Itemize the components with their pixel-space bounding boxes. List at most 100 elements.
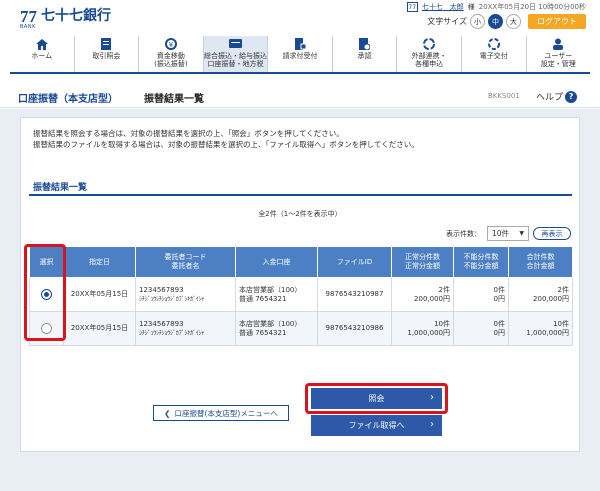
header: 77 BANK 七十七銀行 77 七十七 太郎 様 20XX年05月20日 10… xyxy=(0,0,600,36)
ok-cell: 10件 1,000,000円 xyxy=(391,311,454,346)
font-large-button[interactable]: 大 xyxy=(506,14,521,29)
nav-inquiry[interactable]: 取引照会 xyxy=(75,36,140,72)
client-name: ｼﾁｼﾞｭｳｼﾁｼｮｳｼﾞｶﾌﾞｼｷｶﾞｲｼｬ xyxy=(139,329,205,337)
ok-count: 10件 xyxy=(434,319,450,328)
font-small-button[interactable]: 小 xyxy=(470,14,485,29)
total-count: 10件 xyxy=(553,319,569,328)
redisplay-button[interactable]: 再表示 xyxy=(533,227,571,240)
nav-label: 請求付受付 xyxy=(282,52,318,60)
ng-amount: 0円 xyxy=(493,294,505,303)
ng-cell: 0件 0円 xyxy=(453,311,509,346)
file-id-cell: 9876543210986 xyxy=(317,311,392,346)
nav-user-settings[interactable]: ユーザー 設定・管理 xyxy=(527,36,591,72)
svg-text:¥: ¥ xyxy=(169,41,174,49)
client-cell: 1234567893 ｼﾁｼﾞｭｳｼﾁｼｮｳｼﾞｶﾌﾞｼｷｶﾞｲｼｬ xyxy=(135,311,236,346)
section-title: 振替結果一覧 xyxy=(33,183,88,193)
date-cell: 20XX年05月15日 xyxy=(63,311,136,346)
section-divider xyxy=(29,194,572,196)
page-size-select[interactable]: 10件 ▼ xyxy=(487,226,529,241)
account-number: 普通 7654321 xyxy=(239,328,287,337)
logo-mark: 77 xyxy=(20,7,37,26)
ng-amount: 0円 xyxy=(493,328,505,337)
highlight-select-column xyxy=(24,244,66,341)
chevron-left-icon: ❮ xyxy=(164,408,171,418)
help-icon: ? xyxy=(565,90,578,103)
table-header-row: 選択 指定日 委託者コード 委託者名 入金口座 ファイルID 正常分件数 正常分… xyxy=(29,246,573,278)
nav-external[interactable]: 外部連携・ 各種申込 xyxy=(397,36,462,72)
table-row: 20XX年05月15日 1234567893 ｼﾁｼﾞｭｳｼﾁｼｮｳｼﾞｶﾌﾞｼ… xyxy=(29,311,573,346)
chevron-right-icon: › xyxy=(430,419,434,430)
nav-bulk-transfer[interactable]: 総合振込・給与振込 口座振替・地方税 xyxy=(203,36,269,72)
file-retrieve-button[interactable]: ファイル取得へ › xyxy=(311,415,442,436)
date-cell: 20XX年05月15日 xyxy=(63,277,136,312)
account-branch: 本店営業部（100） xyxy=(239,319,302,328)
record-count: 全2件（1～2件を表示中） xyxy=(258,210,342,218)
instruction-text: 振替結果を照会する場合は、対象の振替結果を選択の上、「照会」ボタンを押してくださ… xyxy=(33,128,419,150)
screen-id: BKKS001 xyxy=(488,92,520,100)
nav-label: 資金移動 (振込振替) xyxy=(154,52,188,68)
nav-label: 総合振込・給与振込 口座振替・地方税 xyxy=(203,52,267,68)
chevron-down-icon: ▼ xyxy=(519,230,524,237)
document-icon xyxy=(101,38,112,50)
nav-home[interactable]: ホーム xyxy=(10,36,75,72)
nav-label: 電子交付 xyxy=(479,52,508,60)
ok-cell: 2件 200,000円 xyxy=(391,277,454,312)
total-amount: 1,000,000円 xyxy=(526,328,569,337)
col-header-date: 指定日 xyxy=(63,246,136,278)
user-icon: 77 xyxy=(406,2,418,12)
user-name[interactable]: 七十七 太郎 xyxy=(422,2,464,12)
total-cell: 2件 200,000円 xyxy=(508,277,573,312)
total-amount: 200,000円 xyxy=(533,294,569,303)
nav-label: ホーム xyxy=(31,52,53,60)
page-size-value: 10件 xyxy=(492,229,510,238)
client-cell: 1234567893 ｼﾁｼﾞｭｳｼﾁｼｮｳｼﾞｶﾌﾞｼｷｶﾞｲｼｬ xyxy=(135,277,236,312)
nav-label: 取引照会 xyxy=(92,52,121,60)
ok-amount: 1,000,000円 xyxy=(407,328,450,337)
logo-bank-text: BANK xyxy=(20,24,36,30)
user-info: 77 七十七 太郎 様 20XX年05月20日 10時00分00秒 xyxy=(406,2,586,12)
col-header-total: 合計件数 合計金額 xyxy=(508,246,573,278)
ok-amount: 200,000円 xyxy=(414,294,450,303)
global-nav: ホーム 取引照会 ¥ 資金移動 (振込振替) 総合振込・給与振込 口座振替・地方… xyxy=(10,36,590,74)
electronic-icon xyxy=(487,38,500,50)
col-header-account: 入金口座 xyxy=(235,246,318,278)
ok-count: 2件 xyxy=(438,285,450,294)
col-header-ok: 正常分件数 正常分金額 xyxy=(391,246,454,278)
nav-label: 承認 xyxy=(357,52,372,60)
nav-label: 外部連携・ 各種申込 xyxy=(411,52,447,68)
nav-electronic[interactable]: 電子交付 xyxy=(462,36,527,72)
file-label: ファイル取得へ xyxy=(348,421,405,430)
logout-button[interactable]: ログアウト xyxy=(528,14,586,29)
account-number: 普通 7654321 xyxy=(239,294,287,303)
table-row: 20XX年05月15日 1234567893 ｼﾁｼﾞｭｳｼﾁｼｮｳｼﾞｶﾌﾞｼ… xyxy=(29,277,573,312)
nav-label: ユーザー 設定・管理 xyxy=(540,52,576,68)
instruction-line-2: 振替結果のファイルを取得する場合は、対象の振替結果を選択の上、「ファイル取得へ」… xyxy=(33,140,419,149)
client-code: 1234567893 xyxy=(139,285,184,294)
highlight-inquiry-button xyxy=(305,383,448,414)
login-datetime: 20XX年05月20日 10時00分00秒 xyxy=(478,3,586,11)
transfer-icon: ¥ xyxy=(164,38,177,50)
bank-logo[interactable]: 77 BANK 七十七銀行 xyxy=(20,7,111,30)
col-header-client: 委託者コード 委託者名 xyxy=(135,246,236,278)
account-cell: 本店営業部（100） 普通 7654321 xyxy=(235,311,318,346)
back-to-menu-button[interactable]: ❮ 口座振替(本支店型)メニューへ xyxy=(153,405,289,421)
page-title: 振替結果一覧 xyxy=(144,94,204,105)
link-icon xyxy=(423,38,436,50)
payroll-icon xyxy=(228,38,242,50)
font-size-label: 文字サイズ xyxy=(427,17,467,26)
client-name: ｼﾁｼﾞｭｳｼﾁｼｮｳｼﾞｶﾌﾞｼｷｶﾞｲｼｬ xyxy=(139,295,205,303)
help-link[interactable]: ヘルプ ? xyxy=(536,90,578,103)
font-medium-button[interactable]: 中 xyxy=(488,14,503,29)
account-branch: 本店営業部（100） xyxy=(239,285,302,294)
nav-approval[interactable]: 承認 xyxy=(333,36,398,72)
logo-name: 七十七銀行 xyxy=(41,8,111,24)
nav-request[interactable]: 請求付受付 xyxy=(268,36,333,72)
transfer-result-table: 選択 指定日 委託者コード 委託者名 入金口座 ファイルID 正常分件数 正常分… xyxy=(29,246,573,346)
font-size-control: 文字サイズ 小 中 大 ログアウト xyxy=(427,14,586,29)
col-header-ng: 不能分件数 不能分金額 xyxy=(453,246,509,278)
nav-fund-transfer[interactable]: ¥ 資金移動 (振込振替) xyxy=(139,36,204,72)
page-size-label: 表示件数： xyxy=(446,230,481,238)
instruction-line-1: 振替結果を照会する場合は、対象の振替結果を選択の上、「照会」ボタンを押してくださ… xyxy=(33,129,344,138)
request-icon xyxy=(294,38,306,50)
total-cell: 10件 1,000,000円 xyxy=(508,311,573,346)
